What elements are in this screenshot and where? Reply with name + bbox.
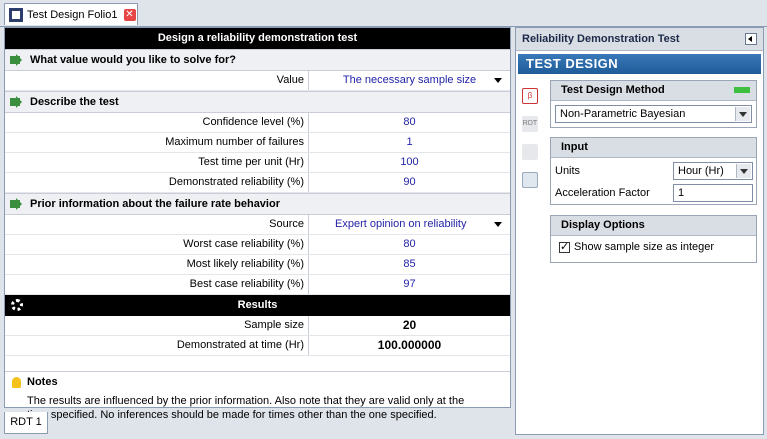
value-label: Value (5, 71, 309, 90)
test-design-banner: TEST DESIGN (518, 54, 761, 74)
lightbulb-icon (12, 376, 21, 388)
close-icon[interactable]: ✕ (123, 8, 136, 21)
confidence-field[interactable]: 80 (309, 113, 510, 132)
row-best-case: Best case reliability (%) 97 (5, 275, 510, 295)
value-dropdown[interactable]: The necessary sample size (309, 71, 510, 90)
max-failures-field[interactable]: 1 (309, 133, 510, 152)
row-sample-size: Sample size 20 (5, 316, 510, 336)
row-worst-case: Worst case reliability (%) 80 (5, 235, 510, 255)
row-max-failures: Maximum number of failures 1 (5, 133, 510, 153)
row-demo-reliability: Demonstrated reliability (%) 90 (5, 173, 510, 193)
demo-reliability-field[interactable]: 90 (309, 173, 510, 192)
notes-heading: Notes (27, 376, 58, 388)
rdt-form-panel: Design a reliability demonstration test … (4, 27, 511, 421)
sample-size-label: Sample size (5, 316, 309, 335)
results-heading: Results (237, 299, 278, 311)
collapse-icon[interactable] (745, 33, 757, 45)
source-dropdown-text: Expert opinion on reliability (335, 218, 467, 230)
method-group: Test Design Method Non-Parametric Bayesi… (550, 80, 757, 128)
control-panel: Reliability Demonstration Test TEST DESI… (515, 27, 764, 435)
check-icon[interactable] (522, 172, 538, 188)
form-title: Design a reliability demonstration test (5, 28, 510, 49)
worst-case-field[interactable]: 80 (309, 235, 510, 254)
checkbox[interactable] (559, 240, 570, 253)
control-panel-header: Reliability Demonstration Test (516, 28, 763, 51)
most-likely-field[interactable]: 85 (309, 255, 510, 274)
row-test-time: Test time per unit (Hr) 100 (5, 153, 510, 173)
section-prior: Prior information about the failure rate… (5, 193, 510, 215)
notes-text: The results are influenced by the prior … (5, 392, 510, 422)
sample-size-value: 20 (402, 318, 417, 332)
folio-tab-label: Test Design Folio1 (27, 8, 118, 21)
demo-time-label: Demonstrated at time (Hr) (5, 336, 309, 355)
accel-field[interactable]: 1 (673, 184, 753, 202)
demo-time-value: 100.000000 (377, 338, 442, 352)
status-bar-icon (734, 87, 750, 93)
beta-icon[interactable]: β (522, 88, 538, 104)
source-dropdown[interactable]: Expert opinion on reliability (309, 215, 510, 234)
folio-tab[interactable]: Test Design Folio1 ✕ (4, 3, 138, 25)
accel-row: Acceleration Factor 1 (551, 182, 756, 204)
display-options-heading: Display Options (551, 216, 756, 236)
input-heading: Input (551, 138, 756, 158)
notes-line-2: time specified. No inferences should be … (27, 409, 437, 421)
sample-size-integer-option[interactable]: Show sample size as integer (551, 236, 756, 258)
accel-label: Acceleration Factor (555, 187, 650, 199)
row-demo-time: Demonstrated at time (Hr) 100.000000 (5, 336, 510, 356)
chevron-down-icon[interactable] (494, 222, 502, 227)
results-header: Results (5, 295, 510, 316)
units-row: Units Hour (Hr) (551, 160, 756, 182)
source-label: Source (5, 215, 309, 234)
section-prior-heading: Prior information about the failure rate… (30, 198, 280, 210)
chevron-down-icon[interactable] (494, 78, 502, 83)
most-likely-label: Most likely reliability (%) (5, 255, 309, 274)
units-select[interactable]: Hour (Hr) (673, 162, 753, 180)
demo-reliability-label: Demonstrated reliability (%) (5, 173, 309, 192)
document-tab-strip: Test Design Folio1 ✕ (0, 0, 767, 27)
row-source: Source Expert opinion on reliability (5, 215, 510, 235)
tool-column: β RDT (522, 88, 540, 200)
chevron-down-icon[interactable] (736, 164, 751, 178)
test-time-field[interactable]: 100 (309, 153, 510, 172)
notes-header: Notes (5, 371, 510, 392)
best-case-label: Best case reliability (%) (5, 275, 309, 294)
section-solve-for-heading: What value would you like to solve for? (30, 54, 236, 66)
units-label: Units (555, 165, 581, 177)
method-select[interactable]: Non-Parametric Bayesian (555, 105, 752, 123)
row-value: Value The necessary sample size (5, 71, 510, 91)
worst-case-label: Worst case reliability (%) (5, 235, 309, 254)
method-select-value: Non-Parametric Bayesian (560, 108, 686, 120)
checkbox-label: Show sample size as integer (574, 241, 715, 253)
rdt-icon[interactable]: RDT (522, 116, 538, 132)
method-heading: Test Design Method (551, 81, 756, 101)
section-describe: Describe the test (5, 91, 510, 113)
gear-icon[interactable] (11, 299, 23, 311)
folio-icon (9, 7, 23, 22)
arrow-icon (10, 198, 24, 210)
arrow-icon (10, 54, 24, 66)
notes-line-1: The results are influenced by the prior … (27, 395, 465, 407)
input-group: Input Units Hour (Hr) Acceleration Facto… (550, 137, 757, 205)
row-confidence: Confidence level (%) 80 (5, 113, 510, 133)
chevron-down-icon[interactable] (735, 107, 750, 121)
display-options-group: Display Options Show sample size as inte… (550, 215, 757, 263)
value-dropdown-text: The necessary sample size (342, 74, 477, 86)
section-describe-heading: Describe the test (30, 96, 119, 108)
test-time-label: Test time per unit (Hr) (5, 153, 309, 172)
best-case-field[interactable]: 97 (309, 275, 510, 294)
confidence-label: Confidence level (%) (5, 113, 309, 132)
section-solve-for: What value would you like to solve for? (5, 49, 510, 71)
control-panel-title: Reliability Demonstration Test (522, 33, 680, 45)
pencil-icon[interactable] (522, 144, 538, 160)
method-heading-text: Test Design Method (561, 84, 665, 96)
row-most-likely: Most likely reliability (%) 85 (5, 255, 510, 275)
max-failures-label: Maximum number of failures (5, 133, 309, 152)
sheet-tab-rdt1[interactable]: RDT 1 (4, 412, 48, 434)
arrow-icon (10, 96, 24, 108)
units-select-value: Hour (Hr) (678, 165, 724, 177)
